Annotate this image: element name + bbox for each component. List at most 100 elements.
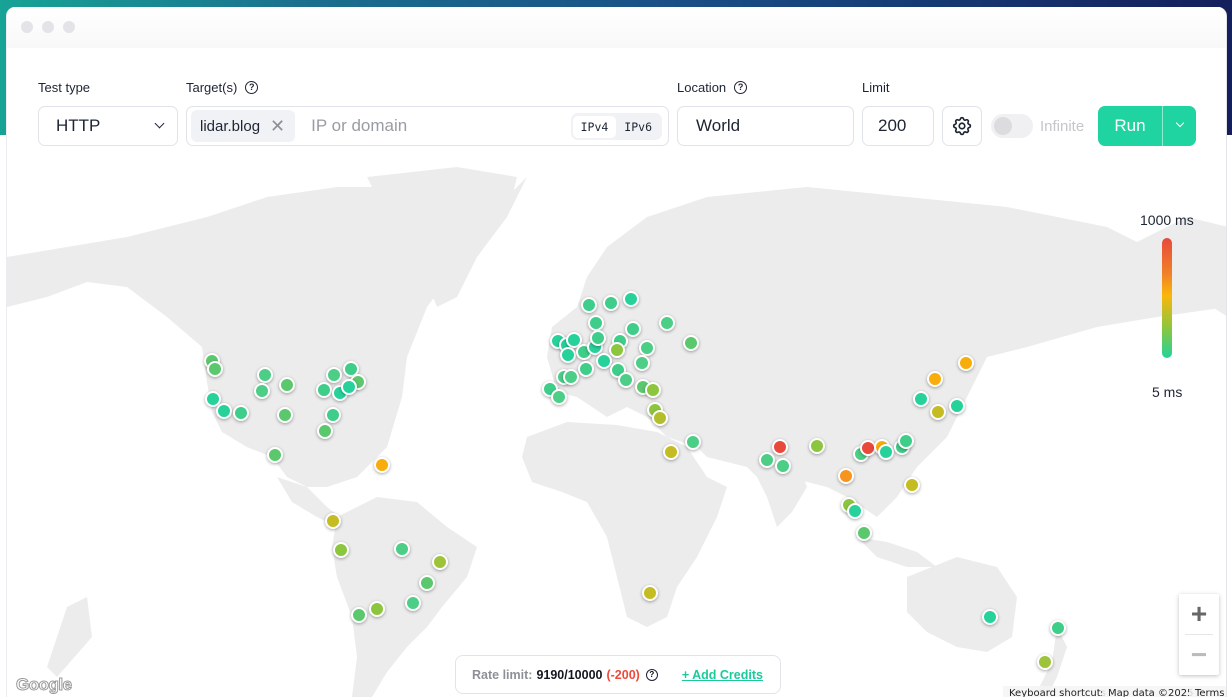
probe-marker[interactable]: [618, 372, 634, 388]
probe-marker[interactable]: [1037, 654, 1053, 670]
location-input[interactable]: World: [677, 106, 854, 146]
probe-marker[interactable]: [325, 407, 341, 423]
location-value: World: [696, 116, 741, 135]
probe-marker[interactable]: [267, 447, 283, 463]
probe-marker[interactable]: [775, 458, 791, 474]
probe-marker[interactable]: [341, 379, 357, 395]
probe-marker[interactable]: [639, 340, 655, 356]
targets-field[interactable]: lidar.blog ✕ IPv4 IPv6: [186, 106, 669, 146]
probe-marker[interactable]: [625, 321, 641, 337]
probe-marker[interactable]: [659, 315, 675, 331]
probe-marker[interactable]: [551, 389, 567, 405]
probe-marker[interactable]: [333, 542, 349, 558]
test-type-select[interactable]: HTTP: [38, 106, 178, 146]
probe-marker[interactable]: [645, 382, 661, 398]
rate-limit-delta: (-200): [606, 667, 640, 682]
probe-marker[interactable]: [233, 405, 249, 421]
limit-input[interactable]: 200: [862, 106, 934, 146]
target-input[interactable]: [311, 116, 567, 136]
probe-map[interactable]: 1000 ms 5 ms + − Google Rate limit: 9190…: [7, 157, 1226, 697]
probe-marker[interactable]: [405, 595, 421, 611]
test-type-label: Test type: [38, 80, 90, 95]
ipv4-option[interactable]: IPv4: [572, 115, 617, 138]
remove-target-icon[interactable]: ✕: [270, 117, 285, 135]
probe-marker[interactable]: [838, 468, 854, 484]
probe-marker[interactable]: [878, 444, 894, 460]
probe-marker[interactable]: [325, 513, 341, 529]
probe-marker[interactable]: [1050, 620, 1066, 636]
help-icon[interactable]: ?: [734, 81, 748, 94]
probe-marker[interactable]: [277, 407, 293, 423]
help-icon[interactable]: ?: [245, 81, 259, 94]
run-button[interactable]: Run: [1098, 106, 1163, 146]
probe-marker[interactable]: [588, 315, 604, 331]
infinite-label: Infinite: [1040, 118, 1085, 135]
keyboard-shortcuts-link[interactable]: Keyboard shortcuts: [1003, 686, 1112, 697]
terms-link[interactable]: Terms: [1189, 686, 1226, 697]
limit-label: Limit: [862, 80, 889, 95]
probe-marker[interactable]: [809, 438, 825, 454]
probe-marker[interactable]: [913, 391, 929, 407]
zoom-out-button[interactable]: −: [1179, 635, 1219, 675]
probe-marker[interactable]: [578, 361, 594, 377]
probe-marker[interactable]: [216, 403, 232, 419]
probe-marker[interactable]: [279, 377, 295, 393]
probe-marker[interactable]: [603, 295, 619, 311]
zoom-in-button[interactable]: +: [1179, 594, 1219, 634]
probe-marker[interactable]: [904, 477, 920, 493]
toggle-knob: [994, 117, 1012, 135]
ip-version-toggle: IPv4 IPv6: [570, 113, 662, 140]
probe-marker[interactable]: [563, 369, 579, 385]
probe-marker[interactable]: [683, 335, 699, 351]
probe-marker[interactable]: [930, 404, 946, 420]
rate-limit-label: Rate limit:: [472, 667, 533, 682]
probe-marker[interactable]: [590, 330, 606, 346]
probe-marker[interactable]: [317, 423, 333, 439]
probe-marker[interactable]: [634, 355, 650, 371]
probe-marker[interactable]: [351, 607, 367, 623]
location-label-text: Location: [677, 80, 727, 95]
probe-marker[interactable]: [642, 585, 658, 601]
probe-marker[interactable]: [898, 433, 914, 449]
test-type-value: HTTP: [56, 116, 101, 135]
settings-button[interactable]: [942, 106, 982, 146]
measurement-form: Test type HTTP Target(s) ? lidar.blog ✕ …: [7, 7, 1226, 157]
probe-marker[interactable]: [623, 291, 639, 307]
add-credits-link[interactable]: + Add Credits: [682, 668, 763, 682]
map-zoom-control: + −: [1179, 594, 1219, 675]
probe-marker[interactable]: [257, 367, 273, 383]
probe-marker[interactable]: [927, 371, 943, 387]
run-options-button[interactable]: [1163, 106, 1196, 146]
probe-marker[interactable]: [652, 410, 668, 426]
probe-marker[interactable]: [326, 367, 342, 383]
probe-marker[interactable]: [581, 297, 597, 313]
probe-marker[interactable]: [685, 434, 701, 450]
ipv6-option[interactable]: IPv6: [616, 116, 660, 138]
probe-marker[interactable]: [958, 355, 974, 371]
legend-max-label: 1000 ms: [1140, 212, 1194, 228]
probe-marker[interactable]: [432, 554, 448, 570]
google-logo: Google: [16, 675, 73, 695]
probe-marker[interactable]: [949, 398, 965, 414]
chevron-down-icon: [154, 118, 165, 129]
probe-marker[interactable]: [982, 609, 998, 625]
probe-marker[interactable]: [847, 503, 863, 519]
probe-marker[interactable]: [207, 361, 223, 377]
probe-marker[interactable]: [772, 439, 788, 455]
probe-marker[interactable]: [759, 452, 775, 468]
probe-marker[interactable]: [254, 383, 270, 399]
infinite-toggle[interactable]: [991, 114, 1033, 138]
probe-marker[interactable]: [394, 541, 410, 557]
help-icon[interactable]: ?: [645, 668, 658, 681]
probe-marker[interactable]: [316, 382, 332, 398]
app-window: 1000 ms 5 ms + − Google Rate limit: 9190…: [6, 7, 1227, 697]
probe-marker[interactable]: [374, 457, 390, 473]
probe-marker[interactable]: [663, 444, 679, 460]
target-chip: lidar.blog ✕: [191, 110, 296, 142]
probe-marker[interactable]: [560, 347, 576, 363]
probe-marker[interactable]: [609, 342, 625, 358]
map-data-attribution: Map data ©2025: [1102, 686, 1200, 697]
probe-marker[interactable]: [369, 601, 385, 617]
probe-marker[interactable]: [419, 575, 435, 591]
probe-marker[interactable]: [856, 525, 872, 541]
